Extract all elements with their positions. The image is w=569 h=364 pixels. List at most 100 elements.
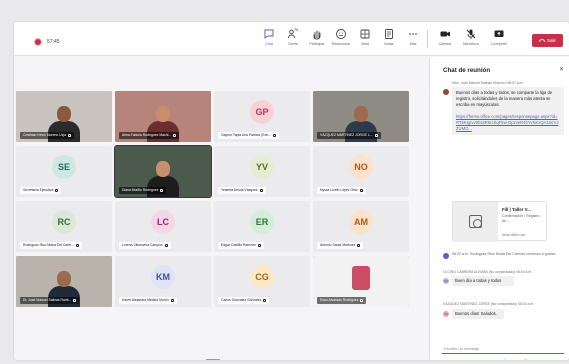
mic-muted-icon bbox=[73, 298, 77, 302]
meeting-timer: 57:45 bbox=[47, 39, 60, 45]
chat-message-bubble: Buen día a todas y todos bbox=[452, 276, 514, 286]
form-link-preview-card[interactable]: Fill | Taller V... Confirmación / Regist… bbox=[452, 201, 547, 242]
chat-message-bubble: Buenos días a todas y todos, se comparte… bbox=[452, 87, 564, 135]
participant-avatar: ER bbox=[250, 210, 274, 234]
chat-compose-input[interactable]: Escribe un mensaje bbox=[442, 343, 564, 354]
participant-tile[interactable]: CG Carlos Gonzalez Gonzalez bbox=[214, 256, 310, 307]
add-icon[interactable]: + bbox=[533, 359, 536, 360]
toolbar-divider bbox=[427, 30, 428, 48]
participant-tile[interactable]: ER Edgar Castillo Ramírez bbox=[214, 201, 310, 252]
teams-meeting-window: 57:45 Chat 70 Gente Participar Reacciona… bbox=[14, 22, 569, 360]
chat-panel-title: Chat de reunión bbox=[443, 67, 491, 74]
toolbar-raise-hand-button[interactable]: Participar bbox=[306, 28, 328, 52]
participant-tile[interactable]: VÁZQUEZ MARTÍNEZ JORGE L... bbox=[313, 91, 409, 142]
chat-avatar: OC bbox=[443, 278, 449, 284]
participant-tile[interactable]: RC Rodríguez Rico María Del Carm... bbox=[16, 201, 112, 252]
mic-muted-icon bbox=[55, 188, 59, 192]
participant-tile[interactable]: Esau Alvarado Rodríguez bbox=[313, 256, 409, 307]
participant-tile[interactable]: LC Lorena Villanueva Campos bbox=[115, 201, 211, 252]
toolbar-chat-button[interactable]: Chat bbox=[258, 28, 280, 52]
recording-indicator-icon bbox=[35, 39, 41, 45]
bottom-scroll-indicator bbox=[206, 359, 220, 360]
share-icon bbox=[494, 30, 504, 37]
participant-name: Alma Fabiola Rodríguez Machi... bbox=[119, 132, 180, 139]
chat-message-meta: VÁZQUEZ MARTÍNEZ JORGE (No comprobado) 0… bbox=[443, 302, 535, 306]
send-icon[interactable]: ➤ bbox=[540, 359, 544, 360]
participant-avatar: NO bbox=[349, 155, 373, 179]
participant-tile[interactable]: GP Gaynor Tapia Ana Patricia (Extr... bbox=[214, 91, 310, 142]
toolbar-react-button[interactable]: Reaccionar bbox=[330, 28, 352, 52]
chat-avatar bbox=[443, 89, 449, 95]
toolbar-camera-button[interactable]: Cámara bbox=[434, 28, 456, 52]
participant-name: Edgar Castillo Ramírez bbox=[218, 242, 264, 249]
participant-name: Diana Murillo Rodríguez bbox=[119, 187, 167, 194]
emoji-icon[interactable]: ☺ bbox=[513, 359, 518, 360]
participant-avatar: KM bbox=[151, 265, 175, 289]
participant-tile[interactable]: Cristhian Kevin Moreno Uzja bbox=[16, 91, 112, 142]
mic-muted-icon bbox=[263, 298, 267, 302]
mic-muted-icon bbox=[67, 133, 71, 137]
participant-tile[interactable]: Alma Fabiola Rodríguez Machi... bbox=[115, 91, 211, 142]
participant-tile[interactable]: Diana Murillo Rodríguez bbox=[114, 145, 212, 198]
participant-video-grid: Cristhian Kevin Moreno Uzja Alma Fabiola … bbox=[14, 57, 412, 360]
participant-name: Secretaría Ejecutiva bbox=[20, 187, 62, 194]
participant-tile[interactable]: AM Antonio Sandí Martínez bbox=[313, 201, 409, 252]
participant-name: Carlos Gonzalez Gonzalez bbox=[218, 297, 270, 304]
recording-started-icon bbox=[443, 253, 449, 259]
participant-name: Karen Alejandra Medina Murch bbox=[119, 297, 177, 304]
phone-hangup-icon bbox=[538, 39, 545, 43]
toolbar-notes-button[interactable]: Notas bbox=[378, 28, 400, 52]
registration-link[interactable]: https://forms.office.com/pages/responsep… bbox=[456, 114, 559, 131]
card-source: forms.office.com bbox=[502, 233, 526, 237]
view-icon bbox=[360, 29, 370, 39]
more-icon bbox=[409, 33, 417, 35]
chat-message-bubble: Buenos días! Saludos. bbox=[452, 309, 504, 319]
toolbar-more-button[interactable]: Más bbox=[402, 28, 424, 52]
raise-hand-icon bbox=[313, 30, 321, 40]
toolbar-microphone-button[interactable]: Micrófono bbox=[460, 28, 482, 52]
people-count-badge: 70 bbox=[294, 28, 299, 32]
participant-name: Lorena Villanueva Campos bbox=[119, 242, 171, 249]
smiley-icon bbox=[336, 29, 346, 39]
chat-message-meta: OLCHIO CABRERA ALEMÁN (No comprobado) 08… bbox=[443, 270, 533, 274]
meeting-toolbar: 57:45 Chat 70 Gente Participar Reacciona… bbox=[14, 22, 569, 56]
card-title: Fill | Taller V... bbox=[502, 207, 531, 212]
participant-avatar: GP bbox=[250, 100, 274, 124]
leave-meeting-button[interactable]: Salir bbox=[532, 34, 563, 47]
mic-muted-icon bbox=[357, 243, 361, 247]
chat-message-text: Buenos días a todas y todos, se comparte… bbox=[456, 90, 553, 107]
close-chat-icon[interactable]: ✕ bbox=[559, 66, 564, 73]
participant-name: VÁZQUEZ MARTÍNEZ JORGE L... bbox=[317, 132, 381, 139]
participant-avatar: RC bbox=[52, 210, 76, 234]
chat-message-meta: Mtro. José Manuel Salinas Guerrero 58:07… bbox=[452, 81, 524, 85]
participant-name: Nyssa Lizeth López Ortiz bbox=[317, 187, 366, 194]
participant-avatar: SE bbox=[52, 155, 76, 179]
participant-name: Antonio Sandí Martínez bbox=[317, 242, 364, 249]
mic-muted-icon bbox=[76, 243, 80, 247]
participant-name: Rodríguez Rico María Del Carm... bbox=[20, 242, 83, 249]
toolbar-people-button[interactable]: 70 Gente bbox=[282, 28, 304, 52]
chat-message-text: Buenos días! Saludos. bbox=[455, 311, 497, 316]
profile-logo-icon bbox=[352, 266, 370, 290]
format-icon[interactable]: ✎ bbox=[504, 359, 508, 360]
participant-tile[interactable]: SE Secretaría Ejecutiva bbox=[16, 146, 112, 197]
participant-tile[interactable]: Dr. José Manuel Salinas Raml... bbox=[16, 256, 112, 307]
participant-tile[interactable]: KM Karen Alejandra Medina Murch bbox=[115, 256, 211, 307]
toolbar-view-button[interactable]: Vista bbox=[354, 28, 376, 52]
mic-muted-icon bbox=[259, 188, 263, 192]
mic-muted-icon bbox=[257, 243, 261, 247]
mic-muted-icon bbox=[173, 133, 177, 137]
toolbar-share-button[interactable]: Compartir bbox=[488, 28, 510, 52]
mic-muted-icon bbox=[164, 243, 168, 247]
participant-avatar: CG bbox=[250, 265, 274, 289]
attach-icon[interactable]: ⊘ bbox=[523, 359, 527, 360]
participant-name: Yesenia Arriola Vázquez bbox=[218, 187, 266, 194]
participant-tile[interactable]: YV Yesenia Arriola Vázquez bbox=[214, 146, 310, 197]
participant-name: Dr. José Manuel Salinas Raml... bbox=[20, 297, 80, 304]
participant-tile[interactable]: NO Nyssa Lizeth López Ortiz bbox=[313, 146, 409, 197]
meeting-chat-panel: Chat de reunión ✕ Mtro. José Manuel Sali… bbox=[429, 57, 569, 360]
mic-muted-icon bbox=[160, 188, 164, 192]
participant-avatar: AM bbox=[349, 210, 373, 234]
mic-muted-icon bbox=[360, 298, 364, 302]
participant-name: Esau Alvarado Rodríguez bbox=[317, 297, 367, 304]
